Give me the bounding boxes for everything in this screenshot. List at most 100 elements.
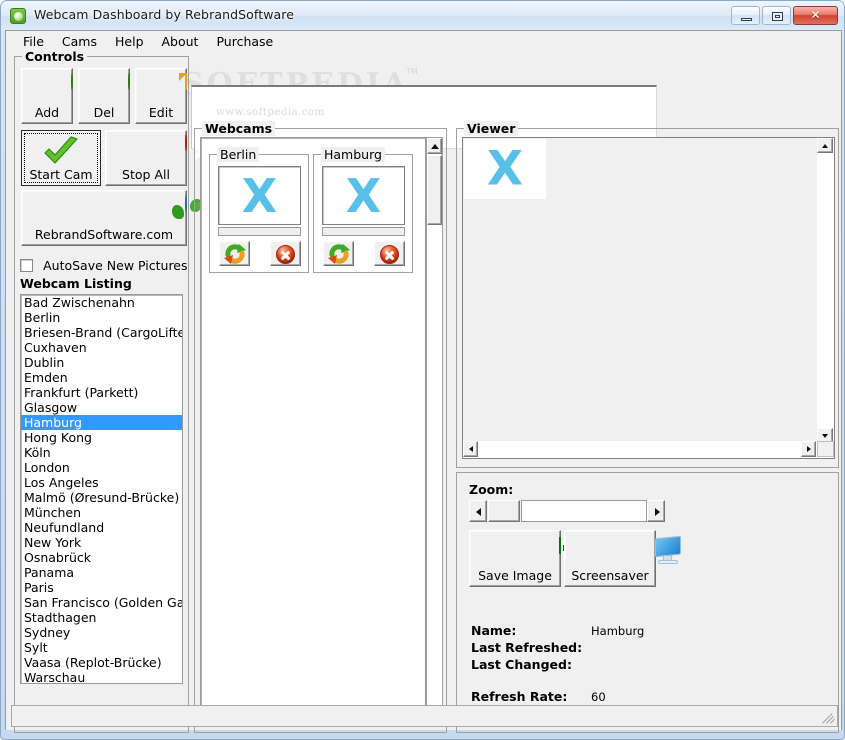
list-item[interactable]: Stadthagen [21, 610, 182, 625]
last-refreshed-label: Last Refreshed: [471, 640, 583, 655]
webcams-scroll-area: Berlin X Hamburg X [200, 137, 426, 725]
controls-legend: Controls [22, 49, 88, 64]
viewer-scroll-left-button[interactable] [463, 441, 478, 457]
viewer-scroll-right-button[interactable] [801, 441, 816, 457]
start-cam-button[interactable]: Start Cam [21, 130, 101, 186]
autosave-checkbox[interactable] [20, 259, 33, 272]
list-item[interactable]: Dublin [21, 355, 182, 370]
list-item[interactable]: Berlin [21, 310, 182, 325]
refresh-rate-value: 60 [591, 690, 606, 704]
resize-grip[interactable] [822, 711, 835, 724]
cam-thumb-hamburg[interactable]: X [322, 166, 405, 225]
webcam-listing-listbox[interactable]: Bad Zwischenahn Berlin Briesen-Brand (Carg… [20, 294, 183, 684]
viewer-scroll-up-button[interactable] [817, 138, 833, 153]
list-item[interactable]: Osnabrück [21, 550, 182, 565]
list-item[interactable]: Paris [21, 580, 182, 595]
list-item[interactable]: Hong Kong [21, 430, 182, 445]
cam-thumb-berlin-hscrollbar[interactable] [218, 227, 301, 236]
add-button-label: Add [34, 105, 60, 120]
list-item[interactable]: Glasgow [21, 400, 182, 415]
zoom-increase-button[interactable] [647, 500, 665, 522]
cam-tile-hamburg-name: Hamburg [321, 147, 385, 162]
list-item[interactable]: Briesen-Brand (CargoLifte [21, 325, 182, 340]
viewer-legend: Viewer [464, 121, 519, 136]
list-item[interactable]: München [21, 505, 182, 520]
viewer-vscrollbar[interactable] [817, 138, 834, 443]
cam-thumb-berlin[interactable]: X [218, 166, 301, 225]
stop-icon [380, 245, 399, 264]
stop-all-label: Stop All [122, 167, 170, 182]
window-buttons: ✕ [731, 6, 838, 25]
menu-help[interactable]: Help [106, 32, 153, 51]
webcams-vscrollbar[interactable] [426, 137, 443, 725]
image-placeholder-x: X [486, 141, 524, 197]
add-button[interactable]: Add [21, 68, 95, 124]
menu-about[interactable]: About [153, 32, 208, 51]
edit-button[interactable]: Edit [135, 68, 187, 124]
viewer-canvas[interactable]: X [462, 137, 835, 459]
minimize-button[interactable] [731, 6, 760, 25]
screensaver-button[interactable]: Screensaver [564, 530, 681, 587]
image-placeholder-x: X [241, 168, 278, 223]
window-title: Webcam Dashboard by RebrandSoftware [34, 7, 295, 22]
rebrandsoftware-link-button[interactable]: RebrandSoftware.com [21, 190, 204, 246]
controls-group: Controls Add Del Edit Start Cam Stop All… [14, 49, 210, 733]
viewer-scroll-corner [817, 441, 834, 457]
webcams-scroll-up-button[interactable] [427, 138, 442, 154]
list-item[interactable]: Neufundland [21, 520, 182, 535]
rebrandsoftware-label: RebrandSoftware.com [34, 227, 174, 242]
client-area: File Cams Help About Purchase SOFTPEDIA … [5, 30, 842, 733]
zoom-slider-track[interactable] [521, 500, 647, 522]
save-image-button[interactable]: Save Image [469, 530, 577, 587]
cam-thumb-hamburg-hscrollbar[interactable] [322, 227, 405, 236]
list-item[interactable]: Warschau [21, 670, 182, 683]
menu-file[interactable]: File [14, 32, 53, 51]
list-item[interactable]: Vaasa (Replot-Brücke) [21, 655, 182, 670]
zoom-slider-thumb[interactable] [488, 500, 520, 522]
list-item[interactable]: San Francisco (Golden Gat [21, 595, 182, 610]
delete-button-label: Del [93, 105, 115, 120]
list-item[interactable]: Sylt [21, 640, 182, 655]
cam-stop-button-hamburg[interactable] [374, 241, 405, 266]
list-item[interactable]: Malmö (Øresund-Brücke) [21, 490, 182, 505]
list-item[interactable]: Emden [21, 370, 182, 385]
green-check-svg [44, 136, 78, 164]
refresh-icon [328, 244, 350, 264]
maximize-button[interactable] [762, 6, 791, 25]
red-stop-icon [185, 134, 210, 160]
zoom-slider[interactable] [469, 500, 665, 522]
viewer-image[interactable]: X [464, 139, 546, 199]
list-item[interactable]: Frankfurt (Parkett) [21, 385, 182, 400]
edit-button-label: Edit [148, 105, 174, 120]
list-item[interactable]: New York [21, 535, 182, 550]
list-item[interactable]: London [21, 460, 182, 475]
details-group: Zoom: Save Image Screensaver Name: Hambu… [456, 472, 839, 733]
zoom-decrease-button[interactable] [469, 500, 487, 522]
delete-button[interactable]: Del [78, 68, 152, 124]
cam-tile-hamburg[interactable]: Hamburg X [313, 147, 413, 273]
floppy-save-icon [559, 537, 577, 554]
cam-refresh-button-berlin[interactable] [219, 241, 250, 266]
close-button[interactable]: ✕ [793, 6, 838, 25]
list-item[interactable]: Los Angeles [21, 475, 182, 490]
list-item[interactable]: Sydney [21, 625, 182, 640]
list-item[interactable]: Köln [21, 445, 182, 460]
viewer-hscrollbar[interactable] [463, 441, 834, 458]
menu-cams[interactable]: Cams [53, 32, 106, 51]
webcams-scroll-thumb[interactable] [427, 155, 442, 225]
list-item[interactable]: Bad Zwischenahn [21, 295, 182, 310]
cam-stop-button-berlin[interactable] [270, 241, 301, 266]
list-item[interactable]: Panama [21, 565, 182, 580]
cam-refresh-button-hamburg[interactable] [323, 241, 354, 266]
autosave-checkbox-row[interactable]: AutoSave New Pictures [20, 255, 188, 273]
screensaver-label: Screensaver [571, 568, 649, 583]
list-item[interactable]: Hamburg [21, 415, 182, 430]
list-item[interactable]: Cuxhaven [21, 340, 182, 355]
cam-tile-berlin[interactable]: Berlin X [209, 147, 309, 273]
autosave-label: AutoSave New Pictures [43, 258, 188, 273]
image-placeholder-x: X [345, 168, 382, 223]
zoom-label: Zoom: [469, 482, 514, 497]
stop-all-button[interactable]: Stop All [105, 130, 210, 186]
menu-purchase[interactable]: Purchase [207, 32, 282, 51]
start-cam-label: Start Cam [29, 167, 93, 182]
